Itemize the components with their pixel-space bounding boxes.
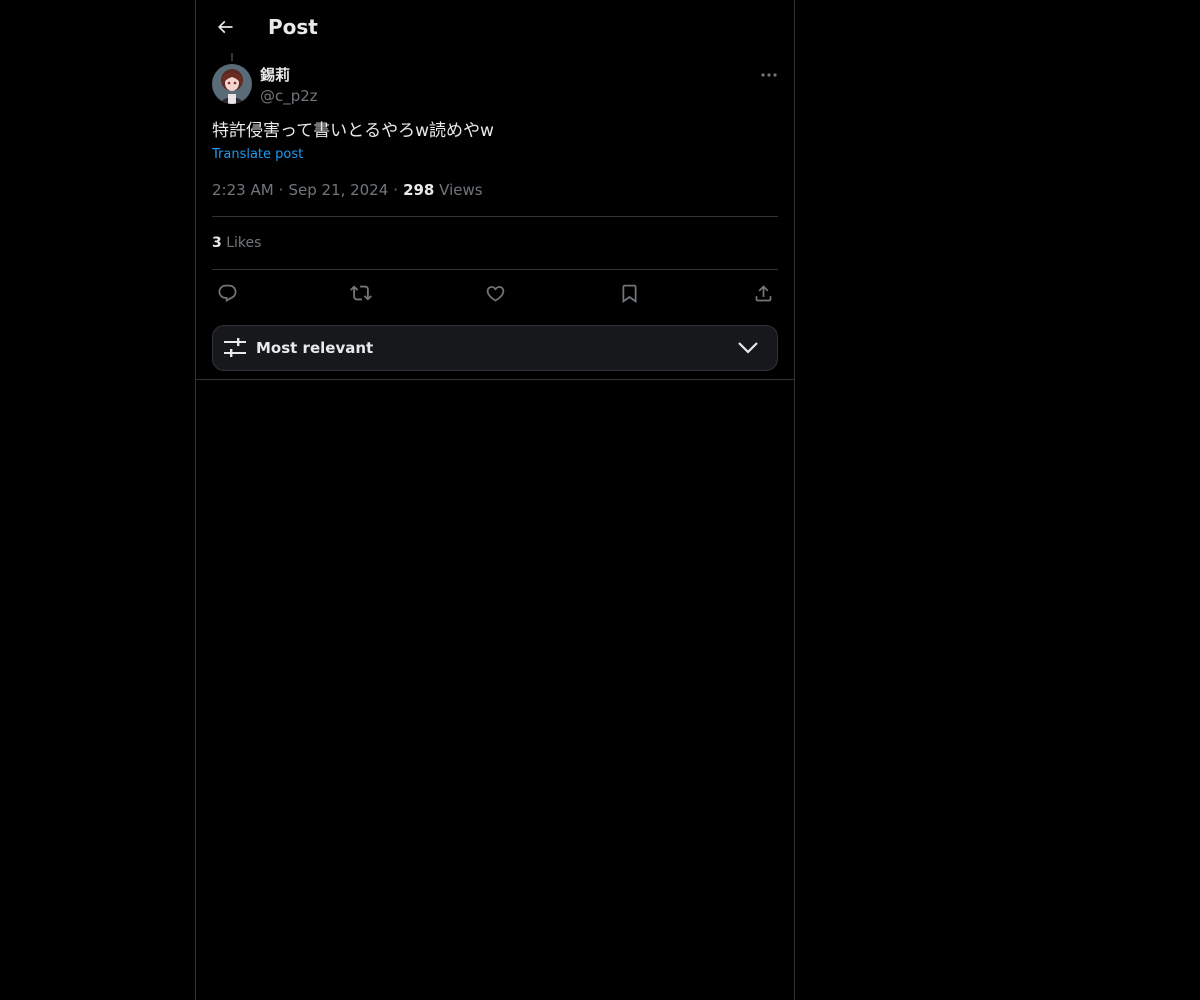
repost-icon	[350, 285, 372, 301]
bookmark-icon	[622, 284, 636, 303]
avatar[interactable]	[212, 64, 252, 104]
sliders-icon	[224, 338, 246, 357]
separator-dot: ·	[393, 181, 399, 199]
chevron-down-icon	[738, 342, 758, 354]
separator-dot: ·	[278, 181, 284, 199]
likes-count: 3	[212, 235, 222, 251]
like-icon	[486, 285, 504, 302]
more-options-button[interactable]	[754, 64, 784, 86]
share-button[interactable]	[748, 280, 778, 306]
share-icon	[755, 284, 771, 301]
post-date[interactable]: Sep 21, 2024	[288, 181, 388, 199]
post-time[interactable]: 2:23 AM	[212, 181, 274, 199]
bookmark-button[interactable]	[614, 280, 644, 306]
page-title: Post	[268, 15, 318, 39]
reply-button[interactable]	[212, 280, 242, 306]
thread-line	[231, 53, 233, 61]
likes-label: Likes	[226, 235, 262, 251]
views-label: Views	[439, 181, 483, 199]
divider	[196, 379, 794, 380]
like-button[interactable]	[480, 280, 510, 306]
main-column: Post 錫莉 @c_p2z 特許侵害って書いとるやろw読めやw Transla…	[195, 0, 795, 1000]
arrow-left-icon	[217, 20, 233, 34]
repost-button[interactable]	[346, 280, 376, 306]
divider	[212, 269, 778, 270]
sort-label: Most relevant	[256, 339, 374, 357]
back-button[interactable]	[208, 10, 242, 44]
author-handle[interactable]: @c_p2z	[260, 86, 318, 106]
translate-post-link[interactable]: Translate post	[212, 146, 303, 164]
divider	[212, 216, 778, 217]
sort-replies-dropdown[interactable]: Most relevant	[212, 325, 778, 371]
avatar-image-icon	[212, 64, 252, 104]
likes-link[interactable]: 3 Likes	[212, 233, 261, 253]
views-count: 298	[403, 181, 435, 199]
header: Post	[196, 0, 794, 53]
post-meta: 2:23 AM · Sep 21, 2024 · 298 Views	[212, 180, 483, 200]
more-horizontal-icon	[761, 73, 777, 77]
post-text: 特許侵害って書いとるやろw読めやw	[212, 121, 494, 141]
action-bar	[212, 280, 778, 306]
reply-icon	[218, 284, 236, 302]
author-name[interactable]: 錫莉	[260, 65, 290, 85]
